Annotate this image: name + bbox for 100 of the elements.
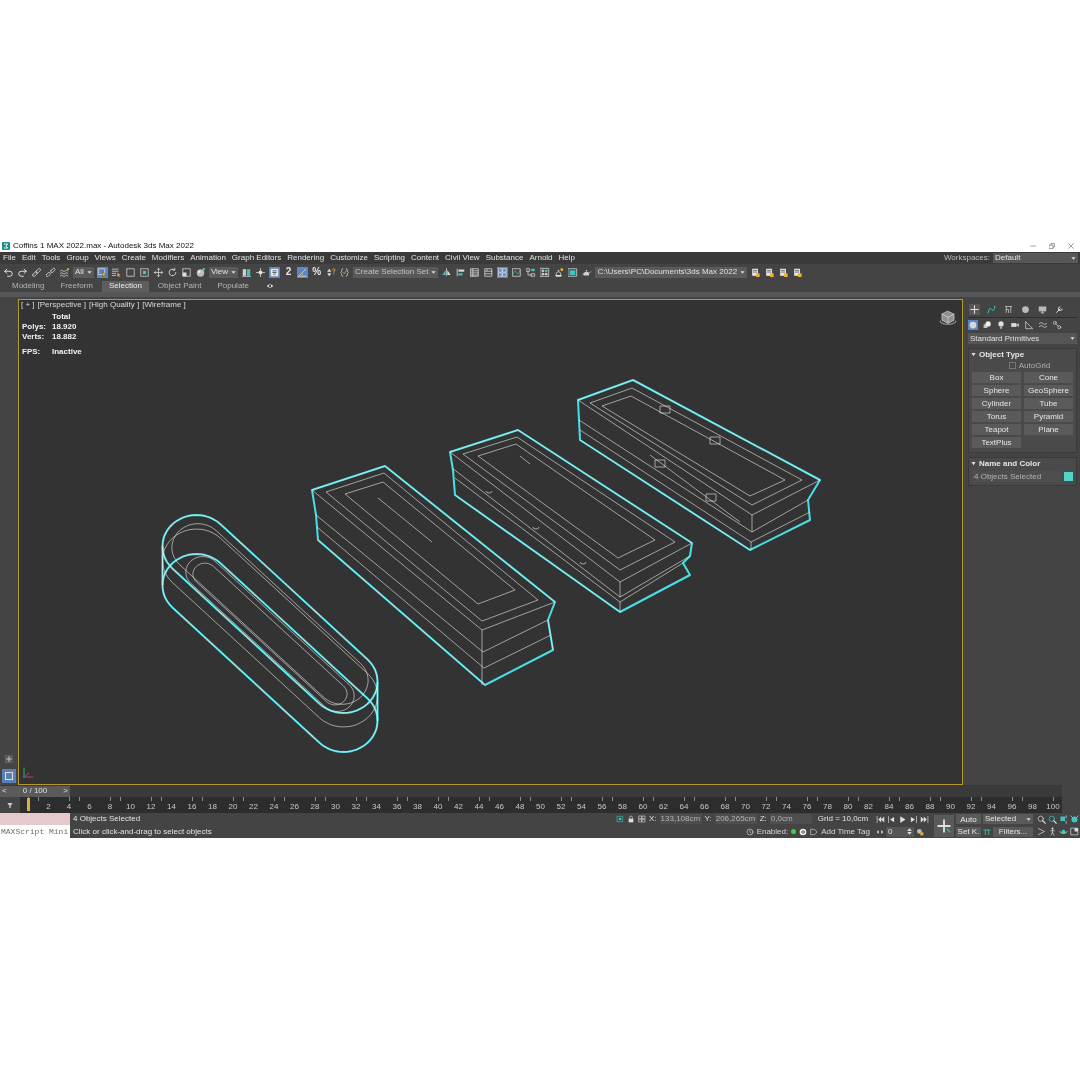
manipulate-icon[interactable] xyxy=(255,266,267,278)
play-icon[interactable] xyxy=(898,814,907,824)
menu-item[interactable]: Graph Editors xyxy=(231,254,282,262)
viewport-menu-label[interactable]: [High Quality ] xyxy=(89,301,140,309)
tag-icon[interactable] xyxy=(810,827,819,836)
key-filter-icon[interactable] xyxy=(983,827,991,836)
lock-icon[interactable] xyxy=(627,815,635,824)
caret-icon[interactable] xyxy=(1026,816,1031,822)
percent-snap-button[interactable]: % xyxy=(311,266,323,278)
menu-item[interactable]: Rendering xyxy=(287,254,325,262)
menu-item[interactable]: Substance xyxy=(485,254,524,262)
restore-icon[interactable] xyxy=(1049,243,1055,249)
menu-item[interactable]: Arnold xyxy=(529,254,553,262)
listener-input-field[interactable]: MAXScript Mini xyxy=(0,825,70,838)
frame-spinner-field[interactable]: 0 xyxy=(886,826,914,837)
shapes-icon[interactable] xyxy=(982,320,992,330)
ribbon-tab[interactable]: Modeling xyxy=(5,280,52,292)
primitive-type-dropdown[interactable]: Standard Primitives xyxy=(968,333,1077,344)
mirror-icon[interactable] xyxy=(441,266,453,278)
redo-icon[interactable] xyxy=(17,266,28,278)
coordinate-system-dropdown[interactable]: View xyxy=(208,266,239,278)
primitive-button[interactable]: GeoSphere xyxy=(1024,385,1073,396)
plus-icon[interactable] xyxy=(3,754,14,764)
align-icon[interactable] xyxy=(455,266,467,278)
ribbon-tab[interactable]: Populate xyxy=(210,280,256,292)
field-of-view-icon[interactable] xyxy=(1037,827,1046,836)
wrench-icon[interactable] xyxy=(1054,303,1065,315)
current-frame-marker[interactable] xyxy=(26,798,30,811)
time-config-icon[interactable] xyxy=(916,827,924,836)
list-cursor-icon[interactable] xyxy=(110,266,122,278)
primitive-button[interactable]: Cylinder xyxy=(972,398,1021,409)
clock-icon[interactable] xyxy=(745,827,754,836)
zoom-extents-icon[interactable] xyxy=(1059,815,1068,824)
menu-item[interactable]: Create xyxy=(121,254,146,262)
schematic-icon[interactable] xyxy=(525,266,537,278)
primitive-button[interactable]: TextPlus xyxy=(972,437,1021,448)
eye-icon[interactable] xyxy=(266,282,274,290)
menu-item[interactable]: Tools xyxy=(41,254,61,262)
pivot-icon[interactable] xyxy=(241,266,253,278)
auto-key-button[interactable]: Auto xyxy=(956,814,981,825)
zoom-icon[interactable] xyxy=(1037,815,1046,824)
curve-icon[interactable] xyxy=(986,303,997,315)
primitive-button[interactable]: Cone xyxy=(1024,372,1073,383)
material-spheres-icon[interactable] xyxy=(539,266,551,278)
listener-output-field[interactable] xyxy=(0,813,70,825)
go-to-start-icon[interactable] xyxy=(876,814,885,824)
chain-link-icon[interactable] xyxy=(31,266,42,278)
viewport-layout-icon[interactable] xyxy=(1,769,16,783)
rollout-header[interactable]: Name and Color xyxy=(969,458,1076,469)
viewport-menu-label[interactable]: [Perspective ] xyxy=(37,301,87,309)
viewport-menu-label[interactable]: [ + ] xyxy=(21,301,35,309)
caret-icon[interactable] xyxy=(431,269,437,275)
ribbon-grid-icon[interactable] xyxy=(497,266,509,278)
menu-item[interactable]: File xyxy=(3,254,16,262)
viewport[interactable]: [ + ] [Perspective ] [High Quality ] [Wireframe ] Total Polys: 18.920 Verts: 18.882 FPS: Inactive xyxy=(18,299,963,785)
project-folder-icon[interactable] xyxy=(778,266,790,278)
menu-item[interactable]: Help xyxy=(558,254,575,262)
next-frame-button[interactable]: > xyxy=(63,787,68,795)
time-slider-thumb[interactable]: < 0 / 100 > xyxy=(0,785,70,797)
keyboard-icon[interactable] xyxy=(269,266,281,278)
selection-set-dropdown[interactable]: Create Selection Set xyxy=(353,266,439,278)
ribbon-tab[interactable]: Freeform xyxy=(53,280,100,292)
render-setup-icon[interactable] xyxy=(553,266,565,278)
move-arrows-icon[interactable] xyxy=(152,266,164,278)
isolate-icon[interactable] xyxy=(616,815,624,824)
expand-triangle-icon[interactable] xyxy=(971,461,976,466)
caret-icon[interactable] xyxy=(1070,336,1075,341)
menu-item[interactable]: Content xyxy=(411,254,440,262)
menu-item[interactable]: Edit xyxy=(21,254,36,262)
cursor-box-icon[interactable] xyxy=(96,266,108,278)
previous-frame-icon[interactable] xyxy=(887,814,896,824)
caret-icon[interactable] xyxy=(740,269,746,275)
menu-item[interactable]: Customize xyxy=(330,254,368,262)
project-folder-dropdown[interactable]: C:\Users\PC\Documents\3ds Max 2022 xyxy=(595,266,748,278)
caret-icon[interactable] xyxy=(86,269,92,275)
menu-item[interactable]: Group xyxy=(66,254,89,262)
plus-icon[interactable] xyxy=(969,303,980,315)
triangle-ruler-icon[interactable] xyxy=(1024,320,1034,330)
caret-icon[interactable] xyxy=(1071,255,1076,261)
expand-triangle-icon[interactable] xyxy=(971,352,976,357)
time-slider-track[interactable]: < 0 / 100 > xyxy=(0,785,1062,797)
circle-icon[interactable] xyxy=(1020,303,1031,315)
selection-filter-dropdown[interactable]: All xyxy=(73,266,94,278)
braces-icon[interactable] xyxy=(339,266,351,278)
filter-icon[interactable] xyxy=(6,801,14,809)
go-to-end-icon[interactable] xyxy=(920,814,929,824)
next-frame-icon[interactable] xyxy=(909,814,918,824)
hierarchy-icon[interactable] xyxy=(1003,303,1014,315)
menu-item[interactable]: Animation xyxy=(190,254,226,262)
figure-icon[interactable] xyxy=(1048,827,1057,836)
broken-chain-icon[interactable] xyxy=(45,266,56,278)
ribbon-tab[interactable]: Object Paint xyxy=(150,280,209,292)
sphere-icon[interactable] xyxy=(194,266,206,278)
bulb-icon[interactable] xyxy=(996,320,1006,330)
rollout-header[interactable]: Object Type xyxy=(969,349,1076,360)
zoom-extents-all-icon[interactable] xyxy=(1070,815,1079,824)
project-folder-icon[interactable] xyxy=(792,266,804,278)
toggle-icon[interactable] xyxy=(799,827,808,836)
key-mode-icon[interactable] xyxy=(876,827,884,836)
snaps-toggle-button[interactable]: 2 xyxy=(283,266,295,278)
